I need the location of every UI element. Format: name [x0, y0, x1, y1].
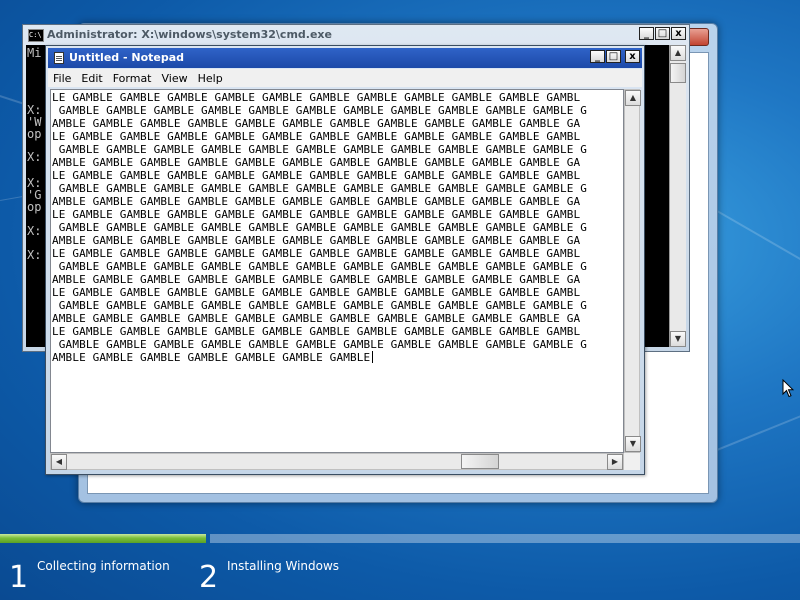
- mouse-pointer-icon: [782, 379, 794, 398]
- notepad-menubar: File Edit Format View Help: [48, 69, 642, 87]
- text-line: LE GAMBLE GAMBLE GAMBLE GAMBLE GAMBLE GA…: [52, 286, 581, 299]
- text-line: GAMBLE GAMBLE GAMBLE GAMBLE GAMBLE GAMBL…: [52, 104, 588, 117]
- text-line: LE GAMBLE GAMBLE GAMBLE GAMBLE GAMBLE GA…: [52, 130, 581, 143]
- step-number: 1: [9, 560, 29, 595]
- cmd-app-icon: C:\: [28, 29, 44, 42]
- step-label: Installing Windows: [227, 559, 340, 573]
- text-line: GAMBLE GAMBLE GAMBLE GAMBLE GAMBLE GAMBL…: [52, 143, 588, 156]
- cmd-window-controls: _ □ x: [639, 27, 686, 40]
- notepad-maximize-button[interactable]: □: [606, 50, 621, 63]
- console-line: op: [27, 200, 42, 214]
- notepad-horizontal-scrollbar[interactable]: ◀ ▶: [50, 453, 624, 470]
- text-line: LE GAMBLE GAMBLE GAMBLE GAMBLE GAMBLE GA…: [52, 208, 581, 221]
- scroll-up-arrow-icon[interactable]: ▲: [670, 45, 686, 61]
- console-line: Mi: [27, 46, 42, 60]
- notepad-window[interactable]: Untitled - Notepad _ □ x File Edit Forma…: [45, 45, 645, 475]
- step2-progress-track: [210, 534, 800, 543]
- text-line: GAMBLE GAMBLE GAMBLE GAMBLE GAMBLE GAMBL…: [52, 260, 588, 273]
- text-caret: [372, 351, 374, 363]
- menu-format[interactable]: Format: [108, 72, 157, 85]
- scroll-up-arrow-icon[interactable]: ▲: [625, 90, 641, 106]
- text-line: GAMBLE GAMBLE GAMBLE GAMBLE GAMBLE GAMBL…: [52, 299, 588, 312]
- cmd-titlebar[interactable]: C:\ Administrator: X:\windows\system32\c…: [23, 25, 689, 45]
- step1-progress-fill: [0, 534, 206, 543]
- notepad-minimize-button[interactable]: _: [590, 50, 605, 63]
- text-line: GAMBLE GAMBLE GAMBLE GAMBLE GAMBLE GAMBL…: [52, 182, 588, 195]
- scroll-left-arrow-icon[interactable]: ◀: [51, 454, 67, 470]
- setup-progress-bar: 1 Collecting information 2 Installing Wi…: [0, 534, 800, 600]
- notepad-hscroll-thumb[interactable]: [461, 454, 499, 469]
- text-line: GAMBLE GAMBLE GAMBLE GAMBLE GAMBLE GAMBL…: [52, 338, 588, 351]
- cmd-scroll-thumb[interactable]: [670, 63, 686, 83]
- scroll-down-arrow-icon[interactable]: ▼: [625, 436, 641, 452]
- menu-view[interactable]: View: [157, 72, 193, 85]
- text-line: LE GAMBLE GAMBLE GAMBLE GAMBLE GAMBLE GA…: [52, 325, 581, 338]
- notepad-window-controls: _ □ x: [590, 50, 640, 63]
- notepad-close-button[interactable]: x: [625, 50, 640, 63]
- text-line: LE GAMBLE GAMBLE GAMBLE GAMBLE GAMBLE GA…: [52, 169, 581, 182]
- cmd-maximize-button[interactable]: □: [655, 27, 670, 40]
- notepad-titlebar[interactable]: Untitled - Notepad _ □ x: [48, 48, 642, 68]
- text-line: AMBLE GAMBLE GAMBLE GAMBLE GAMBLE GAMBLE…: [52, 117, 581, 130]
- text-line: GAMBLE GAMBLE GAMBLE GAMBLE GAMBLE GAMBL…: [52, 221, 588, 234]
- text-line: AMBLE GAMBLE GAMBLE GAMBLE GAMBLE GAMBLE…: [52, 156, 581, 169]
- console-line: X:: [27, 150, 42, 164]
- cmd-close-button[interactable]: x: [671, 27, 686, 40]
- text-line: AMBLE GAMBLE GAMBLE GAMBLE GAMBLE GAMBLE…: [52, 195, 581, 208]
- notepad-vertical-scrollbar[interactable]: ▲ ▼: [624, 89, 641, 453]
- text-line: AMBLE GAMBLE GAMBLE GAMBLE GAMBLE GAMBLE…: [52, 351, 371, 364]
- desktop-background: { "cmd_window": { "title": "Administrato…: [0, 0, 800, 600]
- cmd-window-title: Administrator: X:\windows\system32\cmd.e…: [47, 28, 332, 41]
- console-line: X:: [27, 224, 42, 238]
- console-line: X:: [27, 248, 42, 262]
- notepad-window-title: Untitled - Notepad: [69, 51, 185, 64]
- step-label: Collecting information: [37, 559, 170, 573]
- text-line: AMBLE GAMBLE GAMBLE GAMBLE GAMBLE GAMBLE…: [52, 234, 581, 247]
- notepad-app-icon: [54, 52, 64, 64]
- cmd-minimize-button[interactable]: _: [639, 27, 654, 40]
- text-line: LE GAMBLE GAMBLE GAMBLE GAMBLE GAMBLE GA…: [52, 91, 581, 104]
- menu-edit[interactable]: Edit: [76, 72, 107, 85]
- notepad-text-content: LE GAMBLE GAMBLE GAMBLE GAMBLE GAMBLE GA…: [52, 91, 587, 364]
- text-line-last: AMBLE GAMBLE GAMBLE GAMBLE GAMBLE GAMBLE…: [52, 351, 587, 364]
- cmd-vertical-scrollbar[interactable]: ▲ ▼: [669, 45, 686, 347]
- notepad-text-area[interactable]: LE GAMBLE GAMBLE GAMBLE GAMBLE GAMBLE GA…: [50, 89, 624, 453]
- scroll-down-arrow-icon[interactable]: ▼: [670, 331, 686, 347]
- text-line: LE GAMBLE GAMBLE GAMBLE GAMBLE GAMBLE GA…: [52, 247, 581, 260]
- menu-file[interactable]: File: [48, 72, 76, 85]
- step-number: 2: [199, 560, 219, 595]
- scroll-right-arrow-icon[interactable]: ▶: [607, 454, 623, 470]
- resize-grip-icon[interactable]: [624, 453, 640, 470]
- text-line: AMBLE GAMBLE GAMBLE GAMBLE GAMBLE GAMBLE…: [52, 312, 581, 325]
- text-line: AMBLE GAMBLE GAMBLE GAMBLE GAMBLE GAMBLE…: [52, 273, 581, 286]
- console-line: op: [27, 127, 42, 141]
- menu-help[interactable]: Help: [193, 72, 228, 85]
